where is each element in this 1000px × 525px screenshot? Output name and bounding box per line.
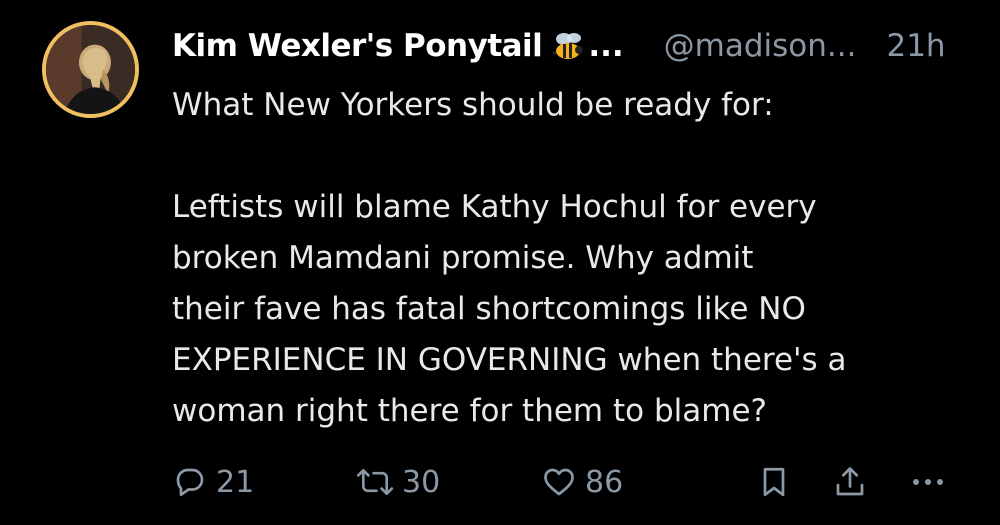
retweet-button[interactable]: 30 xyxy=(356,455,440,509)
tweet-text-line: What New Yorkers should be ready for: xyxy=(172,87,774,123)
avatar-image xyxy=(46,25,135,114)
bookmark-button[interactable] xyxy=(756,455,792,509)
retweet-icon xyxy=(356,468,394,496)
avatar[interactable] xyxy=(42,21,139,118)
author-name[interactable]: Kim Wexler's Ponytail xyxy=(172,28,543,64)
tweet-text-line: their fave has fatal shortcomings like N… xyxy=(172,291,806,327)
like-count: 86 xyxy=(585,464,624,500)
heart-icon xyxy=(544,468,574,496)
reply-count: 21 xyxy=(216,464,255,500)
share-button[interactable] xyxy=(832,455,868,509)
tweet-text-line xyxy=(172,131,972,182)
retweet-count: 30 xyxy=(402,464,441,500)
tweet-timestamp[interactable]: 21h xyxy=(886,28,945,64)
reply-button[interactable]: 21 xyxy=(172,455,254,509)
tweet-header: Kim Wexler's Ponytail ... @madison... 21… xyxy=(172,24,946,68)
author-name-truncation: ... xyxy=(588,28,624,64)
more-icon xyxy=(913,479,943,485)
reply-icon xyxy=(176,468,204,497)
tweet-text: What New Yorkers should be ready for: Le… xyxy=(172,80,972,437)
author-handle[interactable]: @madison... xyxy=(664,28,857,64)
tweet-text-line: Leftists will blame Kathy Hochul for eve… xyxy=(172,189,817,225)
bookmark-icon xyxy=(763,467,785,497)
tweet[interactable]: Kim Wexler's Ponytail ... @madison... 21… xyxy=(0,0,1000,525)
tweet-text-line: woman right there for them to blame? xyxy=(172,393,767,429)
more-options-button[interactable] xyxy=(908,455,948,509)
share-icon xyxy=(836,467,864,496)
tweet-text-line: EXPERIENCE IN GOVERNING when there's a xyxy=(172,342,847,378)
like-button[interactable]: 86 xyxy=(541,455,623,509)
tweet-text-line: broken Mamdani promise. Why admit xyxy=(172,240,754,276)
bee-icon xyxy=(550,29,586,63)
tweet-actions: 21 30 86 xyxy=(0,455,1000,509)
